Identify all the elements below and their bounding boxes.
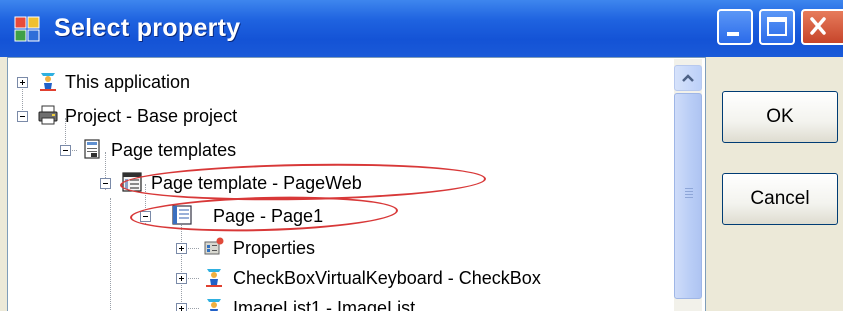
project-icon xyxy=(38,105,58,125)
tree-item-label: Properties xyxy=(233,238,316,258)
tree-item-label: ImageList1 - ImageList xyxy=(233,298,416,311)
collapse-icon[interactable] xyxy=(60,145,71,156)
chevron-up-icon xyxy=(682,74,694,82)
tree-item-label: CheckBoxVirtualKeyboard - CheckBox xyxy=(233,268,541,288)
application-icon xyxy=(40,73,56,91)
tree-scrollbar[interactable] xyxy=(674,59,702,311)
ok-button[interactable]: OK xyxy=(722,91,838,143)
collapse-icon[interactable] xyxy=(17,111,28,122)
thumb-grip xyxy=(685,197,693,198)
cancel-button[interactable]: Cancel xyxy=(722,173,838,225)
thumb-grip xyxy=(685,188,693,189)
tree-item-label: Page templates xyxy=(111,140,237,160)
tree-item-imagelist1[interactable]: ImageList1 - ImageList xyxy=(8,294,668,311)
tree-item-page-templates[interactable]: Page templates xyxy=(8,136,668,164)
close-icon xyxy=(810,17,826,35)
tree-item-project[interactable]: Project - Base project xyxy=(8,102,668,130)
imagelist-icon xyxy=(207,299,221,311)
tree-item-this-application[interactable]: This application xyxy=(8,68,668,96)
title-bar[interactable]: Select property xyxy=(0,0,843,57)
tree-item-properties[interactable]: Properties xyxy=(8,234,668,262)
window-title: Select property xyxy=(54,14,241,42)
properties-icon xyxy=(204,237,224,255)
expand-icon[interactable] xyxy=(176,273,187,284)
minimize-icon xyxy=(727,32,739,36)
scroll-up-button[interactable] xyxy=(674,65,702,91)
tree-item-checkbox-virtual-keyboard[interactable]: CheckBoxVirtualKeyboard - CheckBox xyxy=(8,264,668,292)
tree-item-label: Project - Base project xyxy=(65,106,238,126)
expand-icon[interactable] xyxy=(176,243,187,254)
thumb-grip xyxy=(685,191,693,192)
checkbox-icon xyxy=(206,269,222,287)
scroll-thumb[interactable] xyxy=(674,93,702,299)
close-button[interactable] xyxy=(801,9,843,45)
collapse-icon[interactable] xyxy=(100,178,111,189)
window-app-icon xyxy=(14,16,40,42)
expand-icon[interactable] xyxy=(17,77,28,88)
minimize-button[interactable] xyxy=(717,9,753,45)
maximize-button[interactable] xyxy=(759,9,795,45)
maximize-icon xyxy=(767,17,787,36)
thumb-grip xyxy=(685,194,693,195)
property-tree[interactable]: This application Project - Base project … xyxy=(7,57,706,311)
tree-item-label: This application xyxy=(65,72,191,92)
expand-icon[interactable] xyxy=(176,303,187,311)
page-templates-icon xyxy=(84,139,100,159)
